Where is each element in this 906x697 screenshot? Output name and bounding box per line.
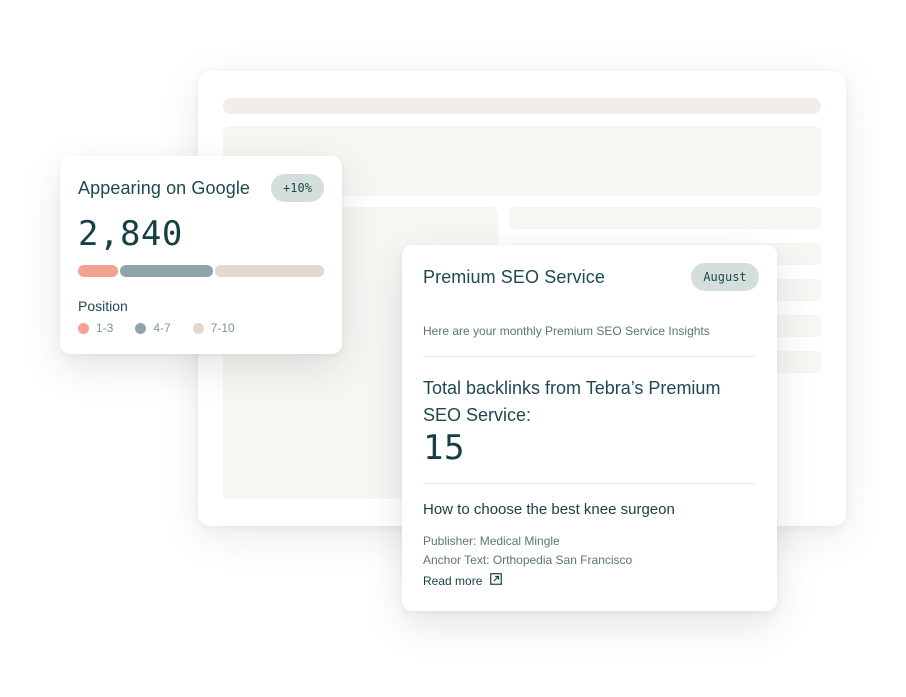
publisher-text: Publisher: Medical Mingle	[423, 534, 560, 548]
anchor-text: Anchor Text: Orthopedia San Francisco	[423, 553, 633, 567]
position-segment-4-7	[120, 265, 213, 277]
position-legend: 1-3 4-7 7-10	[78, 321, 257, 335]
appearances-count: 2,840	[78, 214, 183, 254]
legend-dot-icon	[135, 322, 147, 334]
divider	[423, 356, 756, 357]
skeleton-header-bar	[223, 98, 821, 114]
legend-item: 7-10	[192, 321, 235, 335]
legend-label: 4-7	[153, 321, 171, 335]
legend-label: 7-10	[210, 321, 235, 335]
change-badge: +10%	[271, 174, 324, 202]
legend-label: 1-3	[96, 321, 114, 335]
seo-card-title: Premium SEO Service	[423, 267, 605, 287]
position-label: Position	[78, 298, 128, 314]
legend-item: 1-3	[78, 321, 113, 335]
divider	[423, 483, 756, 484]
article-title: How to choose the best knee surgeon	[423, 501, 675, 518]
premium-seo-card: Premium SEO Service August Here are your…	[402, 245, 777, 611]
insights-subtitle: Here are your monthly Premium SEO Servic…	[423, 324, 710, 338]
stage: Appearing on Google +10% 2,840 Position …	[0, 0, 906, 697]
legend-dot-icon	[78, 322, 89, 334]
backlinks-label: Total backlinks from Tebra’s Premium SEO…	[423, 378, 721, 425]
position-segment-7-10	[215, 265, 324, 277]
legend-item: 4-7	[135, 321, 171, 335]
position-distribution-bar	[78, 265, 324, 277]
read-more-label: Read more	[423, 573, 483, 588]
month-badge: August	[691, 263, 759, 291]
read-more-link[interactable]: Read more	[423, 573, 503, 588]
legend-dot-icon	[192, 322, 204, 334]
google-appearances-card: Appearing on Google +10% 2,840 Position …	[60, 156, 342, 354]
external-link-icon	[490, 573, 503, 588]
skeleton-row	[509, 207, 821, 229]
google-card-title: Appearing on Google	[78, 178, 251, 198]
backlinks-count: 15	[423, 428, 465, 468]
position-segment-1-3	[78, 265, 118, 277]
